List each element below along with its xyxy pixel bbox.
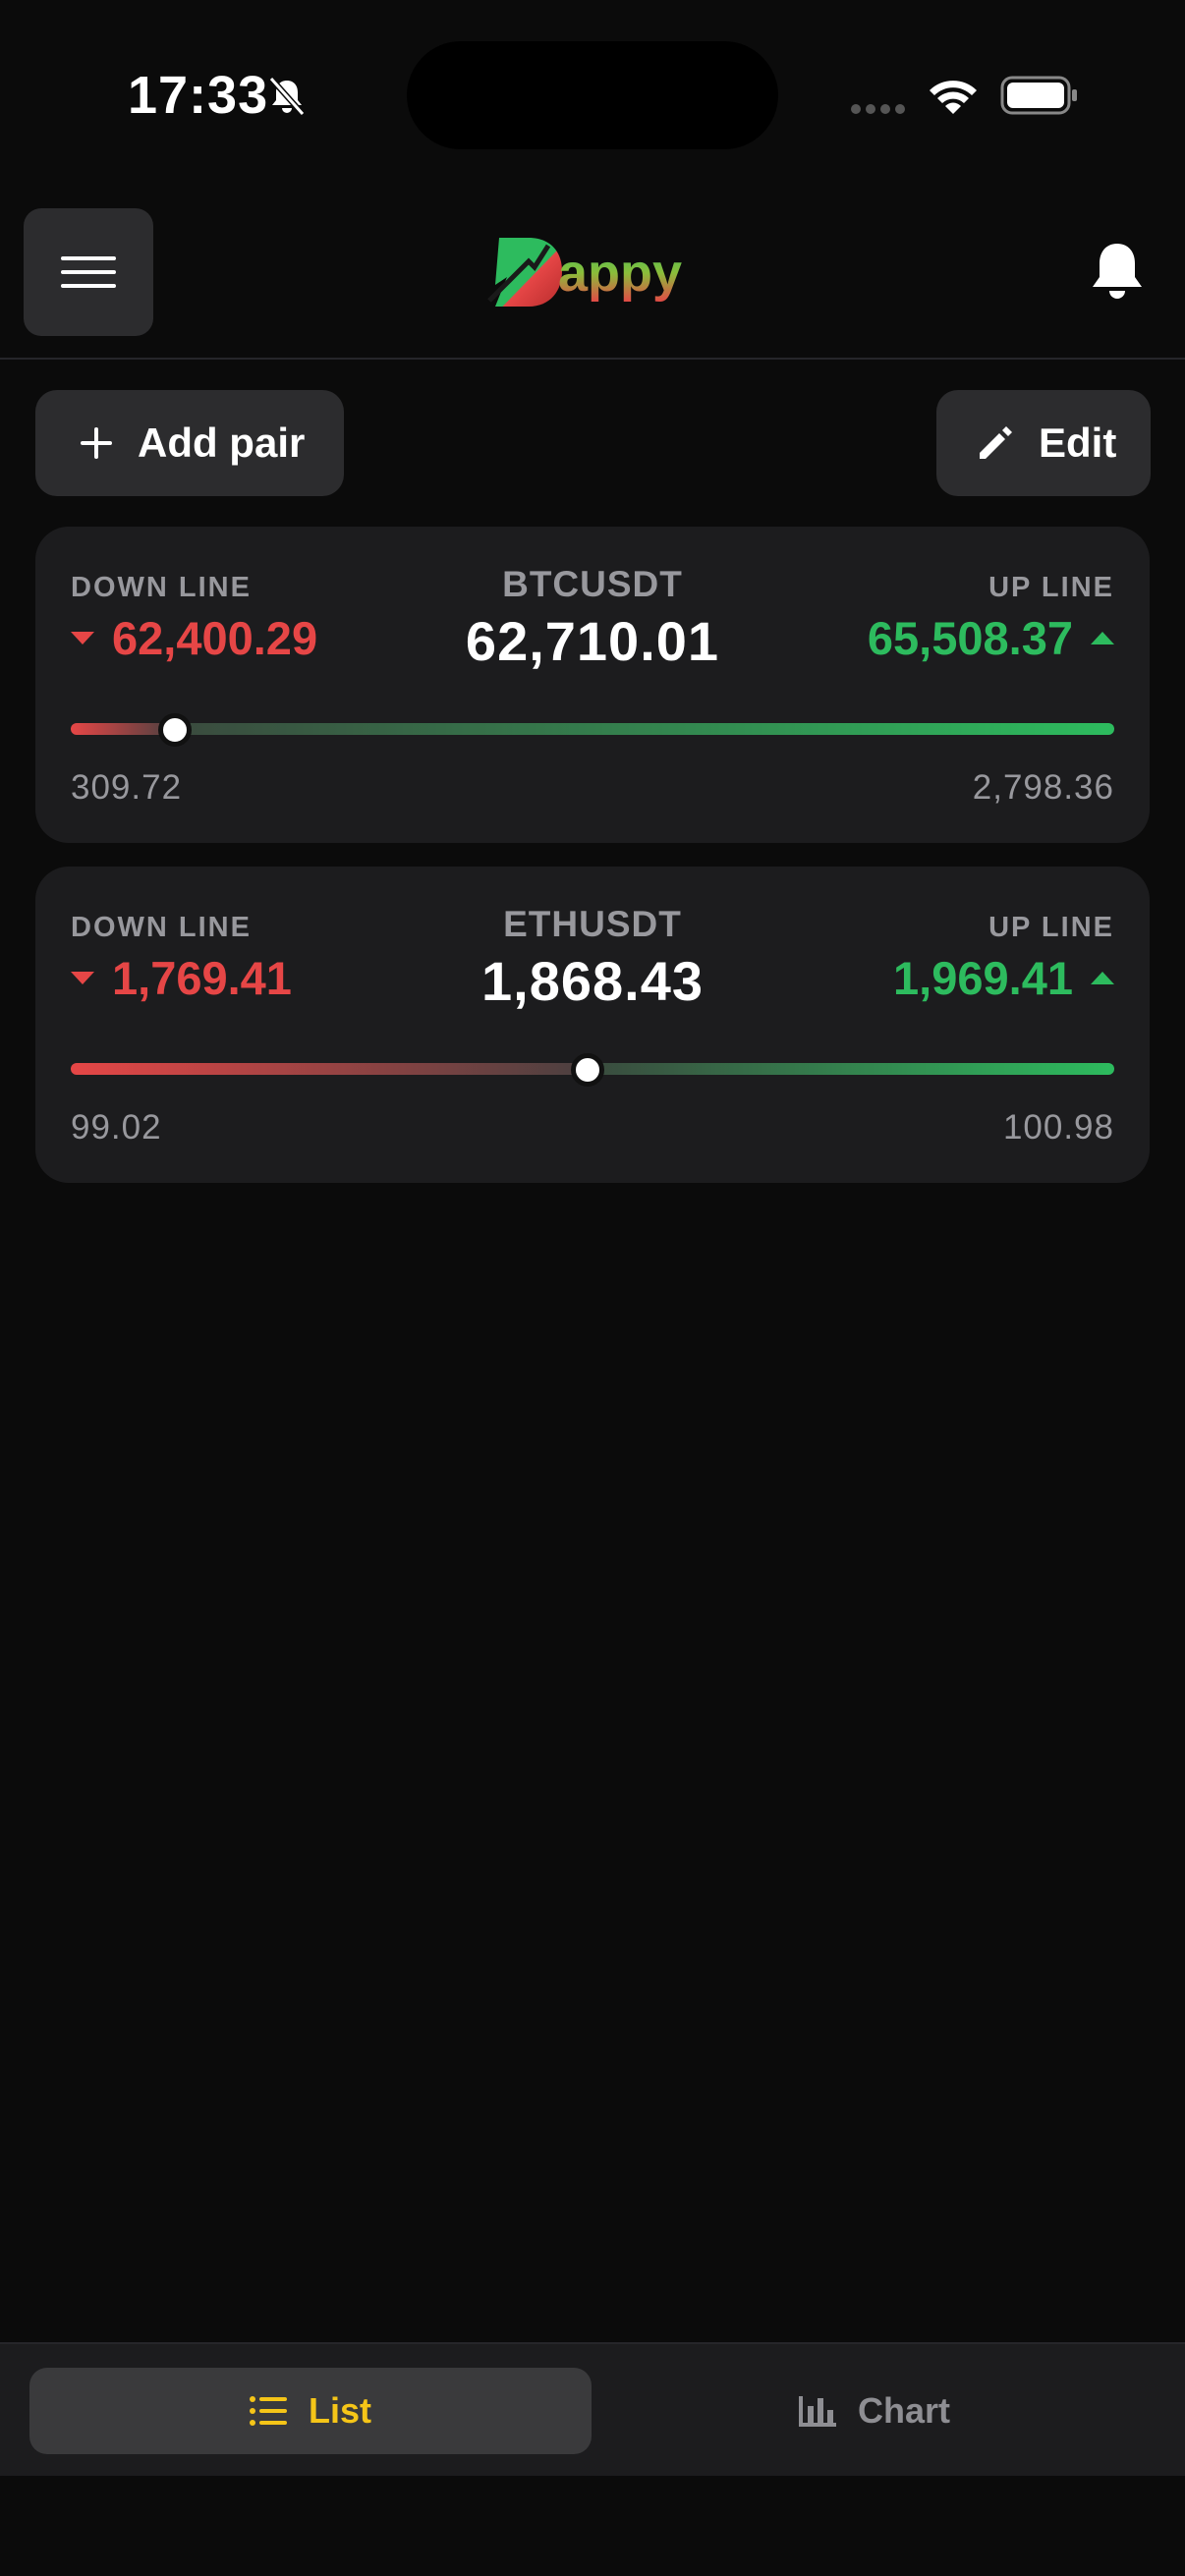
- notification-bell-icon[interactable]: [1089, 240, 1146, 303]
- add-pair-label: Add pair: [138, 420, 306, 466]
- up-line-value: 1,969.41: [893, 951, 1114, 1005]
- up-arrow-icon: [1091, 972, 1114, 984]
- price-range-slider[interactable]: [71, 1053, 1114, 1087]
- up-line-value: 65,508.37: [868, 611, 1114, 665]
- silent-mode-icon: [268, 77, 306, 116]
- add-pair-button[interactable]: Add pair: [35, 390, 344, 496]
- up-arrow-icon: [1091, 632, 1114, 644]
- slider-thumb[interactable]: [570, 1053, 604, 1087]
- slider-thumb[interactable]: [158, 713, 193, 747]
- pair-name: ETHUSDT: [503, 904, 682, 944]
- pair-card-ethusdt[interactable]: DOWN LINE ETHUSDT UP LINE 1,769.41 1,868…: [35, 867, 1150, 1183]
- battery-icon: [1000, 76, 1077, 115]
- status-time: 17:33: [128, 66, 269, 125]
- status-bar: 17:33: [0, 0, 1185, 196]
- tab-list[interactable]: List: [29, 2368, 592, 2454]
- bottom-tab-bar: List Chart: [0, 2342, 1185, 2476]
- tab-chart[interactable]: Chart: [593, 2368, 1156, 2454]
- app-screen: 17:33 appy Add pair Edit DOWN LINE BTCUS…: [0, 0, 1185, 2576]
- tab-list-label: List: [308, 2390, 371, 2431]
- up-line-label: UP LINE: [988, 572, 1114, 603]
- cellular-signal-icon: [851, 104, 905, 114]
- svg-text:appy: appy: [558, 244, 682, 303]
- distance-to-down: 99.02: [71, 1108, 162, 1147]
- up-line-number: 65,508.37: [867, 612, 1073, 664]
- up-line-number: 1,969.41: [893, 952, 1073, 1004]
- pair-card-btcusdt[interactable]: DOWN LINE BTCUSDT UP LINE 62,400.29 62,7…: [35, 527, 1150, 843]
- distance-to-up: 100.98: [1002, 1108, 1114, 1147]
- dynamic-island: [407, 41, 778, 149]
- menu-button[interactable]: [24, 208, 153, 336]
- hamburger-menu-icon: [61, 256, 116, 288]
- bar-chart-icon: [798, 2396, 836, 2427]
- distance-to-down: 309.72: [71, 768, 183, 807]
- pencil-icon: [980, 426, 1012, 459]
- up-line-label: UP LINE: [988, 912, 1114, 943]
- pair-name: BTCUSDT: [502, 564, 683, 604]
- plus-icon: [81, 427, 112, 459]
- list-icon: [249, 2396, 287, 2426]
- distance-to-up: 2,798.36: [972, 768, 1114, 807]
- app-header: appy: [0, 196, 1185, 360]
- edit-button[interactable]: Edit: [936, 390, 1151, 496]
- wifi-icon: [930, 81, 977, 114]
- price-range-slider[interactable]: [71, 713, 1114, 747]
- edit-label: Edit: [1039, 420, 1117, 466]
- tab-chart-label: Chart: [857, 2390, 950, 2431]
- app-logo: appy: [487, 238, 682, 307]
